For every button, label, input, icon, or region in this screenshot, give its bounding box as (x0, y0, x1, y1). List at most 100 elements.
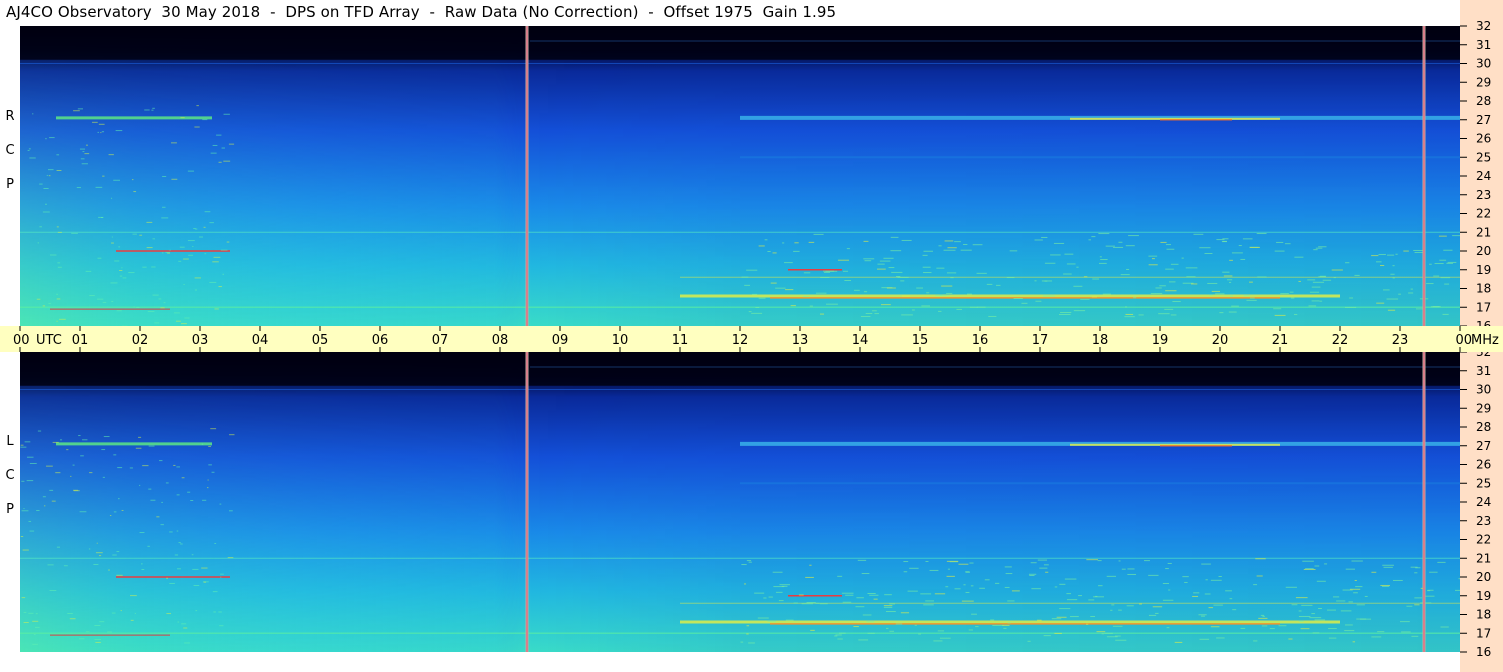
spectrogram-speckle (1118, 241, 1123, 243)
spectrogram-speckle (21, 480, 25, 482)
spectrogram-speckle (201, 567, 208, 569)
spectrogram-speckle (1044, 262, 1056, 264)
spectrogram-speckle (793, 602, 798, 604)
spectrogram-speckle (1058, 313, 1071, 315)
spectrogram-speckle (842, 601, 852, 603)
frequency-tick-label: 26 (1476, 132, 1491, 146)
spectrogram-speckle (27, 149, 30, 151)
frequency-tick-label: 16 (1476, 645, 1491, 659)
spectrogram-speckle (1219, 312, 1224, 314)
spectrogram-speckle (1073, 285, 1083, 287)
spectrogram-speckle (1344, 306, 1357, 308)
spectrogram-speckle (903, 571, 908, 573)
spectrogram-speckle (979, 587, 985, 589)
spectrogram-speckle (56, 226, 59, 228)
spectrogram-speckle (210, 152, 217, 154)
spectrogram-speckle (1327, 609, 1336, 611)
spectrogram-speckle (165, 251, 170, 253)
spectrogram-speckle (1444, 283, 1450, 285)
spectrogram-speckle (752, 293, 758, 295)
spectrogram-speckle (204, 253, 207, 255)
spectrogram-speckle (119, 275, 123, 277)
spectrogram-speckle (147, 545, 150, 547)
spectrogram-speckle (853, 626, 859, 628)
spectrogram-speckle (214, 542, 217, 544)
spectrogram-speckle (46, 465, 53, 467)
spectrogram-speckle (860, 316, 871, 318)
time-tick-label: 04 (252, 333, 269, 348)
spectrogram-speckle (1096, 631, 1106, 633)
spectrogram-speckle (1090, 616, 1096, 618)
spectrogram-speckle (28, 148, 31, 150)
spectrogram-speckle (1100, 259, 1108, 261)
spectrogram-speckle (1170, 314, 1177, 316)
time-unit-label: UTC (36, 333, 62, 348)
spectrogram-speckle (1098, 585, 1103, 587)
spectrogram-speckle (1160, 241, 1167, 243)
spectrogram-speckle (1313, 249, 1318, 251)
time-tick-label: 15 (912, 333, 929, 348)
spectrogram-shading (20, 352, 1460, 652)
spectrogram-speckle (196, 105, 199, 107)
spectrogram-speckle (1414, 572, 1418, 574)
lcp-frequency-axis: 32 31 30 29 28 27 26 25 24 23 22 21 20 19 18 17 16 (1460, 352, 1503, 672)
spectrogram-speckle (1111, 604, 1115, 606)
spectrogram-speckle (39, 183, 43, 185)
spectrogram-speckle (73, 110, 80, 112)
spectrogram-speckle (877, 263, 885, 265)
spectrogram-speckle (173, 312, 180, 314)
spectrogram-speckle (767, 620, 776, 622)
spectrogram-speckle (1284, 243, 1291, 245)
spectrogram-speckle (1349, 297, 1354, 299)
frequency-tick-label: 29 (1476, 401, 1491, 415)
spectrogram-shading (20, 26, 1460, 326)
spectrogram-speckle (1328, 637, 1337, 639)
spectrogram-band (50, 634, 170, 636)
spectrogram-speckle (1191, 283, 1198, 285)
spectrogram-speckle (46, 174, 48, 176)
spectrogram-speckle (98, 555, 102, 557)
spectrogram-speckle (1070, 616, 1079, 618)
spectrogram-speckle (1204, 253, 1213, 255)
spectrogram-speckle (1381, 585, 1390, 587)
spectrogram-speckle (48, 175, 51, 177)
spectrogram-speckle (1336, 600, 1346, 602)
spectrogram-speckle (1371, 636, 1382, 638)
spectrogram-speckle (1148, 574, 1159, 576)
spectrogram-speckle (755, 306, 760, 308)
spectrogram-speckle (1340, 610, 1352, 612)
spectrogram-speckle (798, 594, 804, 596)
spectrogram-speckle (1029, 575, 1035, 577)
spectrogram-speckle (809, 564, 812, 566)
spectrogram-speckle (746, 269, 758, 271)
spectrogram-speckle (113, 454, 117, 456)
spectrogram-speckle (191, 554, 194, 556)
spectrogram-speckle (810, 629, 815, 631)
spectrogram-speckle (79, 511, 87, 513)
spectrogram-speckle (837, 638, 843, 640)
spectrogram-speckle (1193, 233, 1204, 235)
spectrogram-speckle (918, 633, 922, 635)
spectrogram-speckle (161, 252, 164, 254)
spectrogram-speckle (976, 272, 987, 274)
frequency-tick-label: 17 (1476, 300, 1491, 314)
spectrogram-speckle (775, 287, 786, 289)
spectrogram-speckle (1139, 603, 1142, 605)
spectrogram-speckle (1223, 275, 1233, 277)
spectrogram-speckle (1228, 311, 1237, 313)
spectrogram-speckle (1053, 242, 1065, 244)
spectrogram-speckle (1043, 635, 1051, 637)
spectrogram-speckle (865, 313, 873, 315)
panel-label-letter: P (6, 177, 14, 192)
spectrogram-speckle (1446, 262, 1453, 264)
spectrogram-speckle (972, 244, 983, 246)
spectrogram-speckle (1260, 614, 1264, 616)
spectrogram-speckle (103, 436, 110, 438)
spectrogram-speckle (772, 252, 777, 254)
spectrogram-band (1160, 119, 1232, 121)
spectrogram-band (740, 482, 1460, 485)
spectrogram-speckle (116, 574, 123, 576)
spectrogram-speckle (1222, 240, 1227, 242)
spectrogram-speckle (1230, 295, 1233, 297)
spectrogram-speckle (166, 613, 171, 615)
